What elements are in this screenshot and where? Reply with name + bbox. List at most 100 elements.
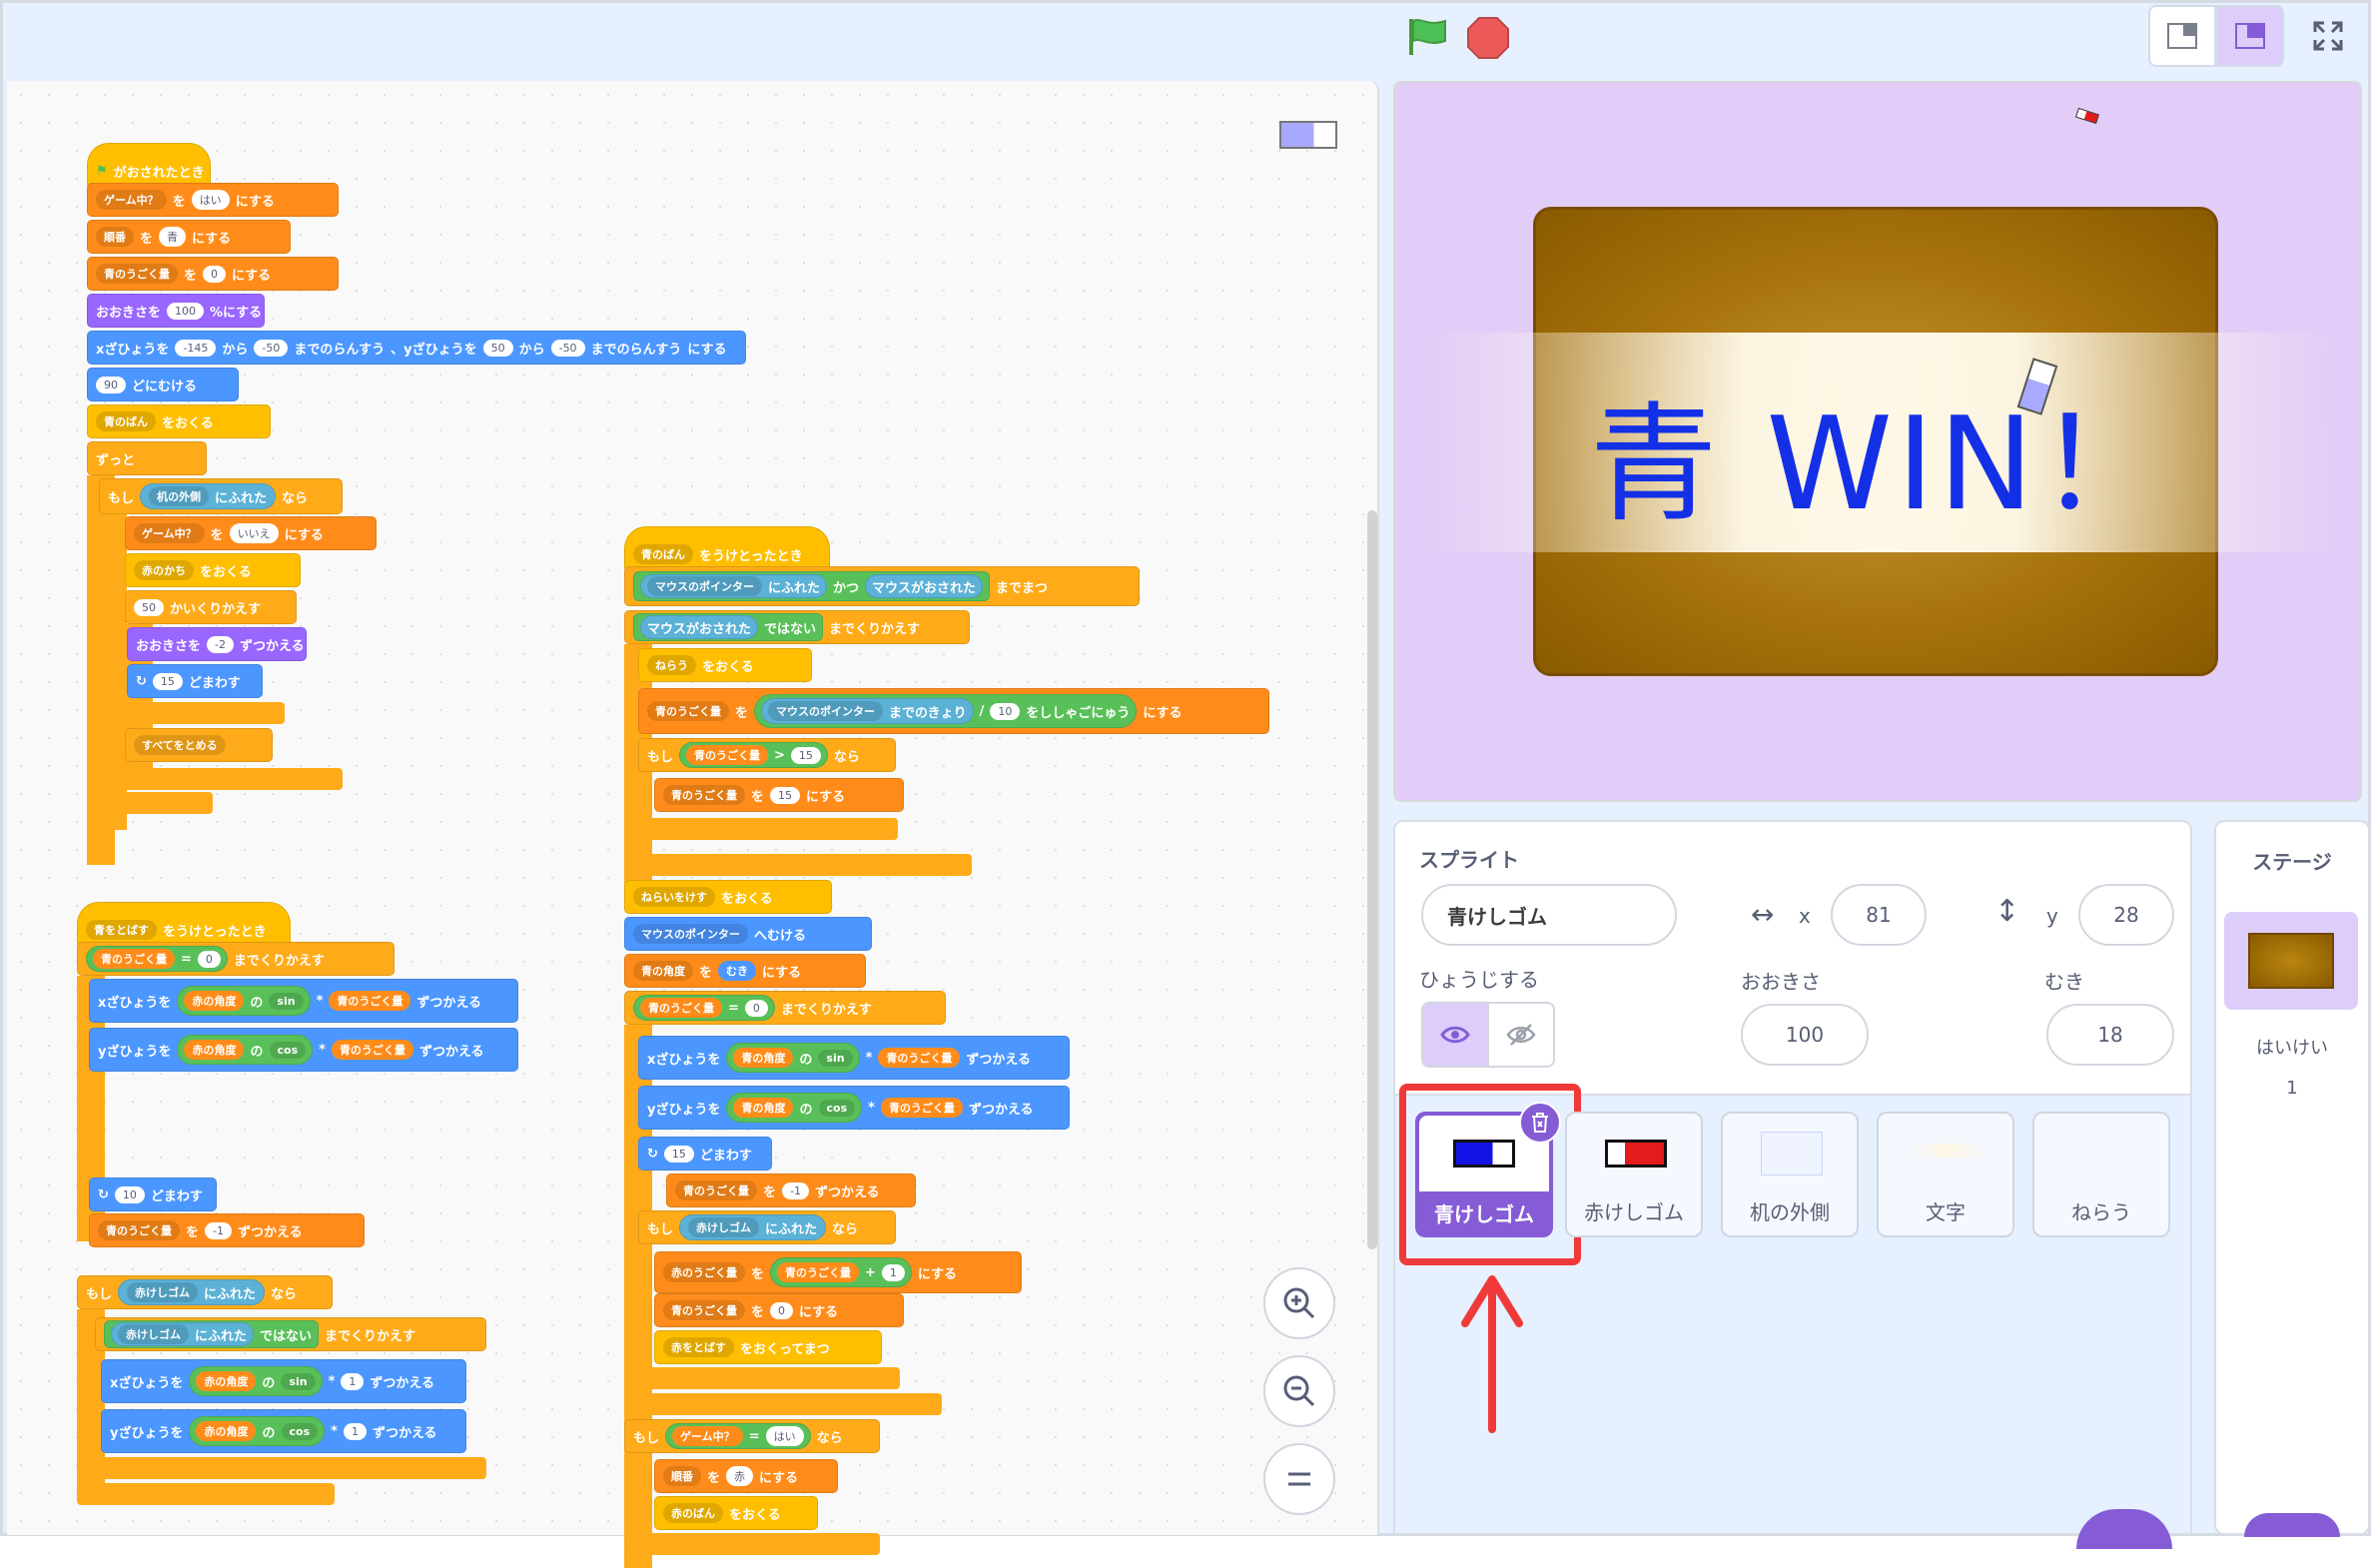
point-towards-block[interactable]: マウスのポインター へむける [624, 917, 872, 951]
size-input[interactable]: 100 [1741, 1004, 1869, 1066]
broadcast-block[interactable]: 赤のかち をおくる [125, 553, 301, 587]
message-dropdown[interactable]: 赤のばん [663, 1503, 723, 1523]
var-dropdown[interactable]: 赤のうごく量 [663, 1262, 745, 1282]
change-y-block[interactable]: yざひょうを 赤の角度の cos * 青のうごく量 ずつかえる [89, 1028, 518, 1072]
var-dropdown[interactable]: ゲーム中？ [96, 190, 167, 210]
and-condition[interactable]: マウスのポインター にふれた かつ マウスがおされた [633, 571, 991, 601]
value-input[interactable]: 0 [770, 1301, 794, 1319]
fn-dropdown[interactable]: sin [281, 1372, 316, 1390]
value-input[interactable]: 1 [341, 1372, 365, 1390]
change-y-block[interactable]: yざひょうを 青の角度の cos * 青のうごく量 ずつかえる [638, 1086, 1070, 1130]
stage-canvas[interactable]: 青 WIN！ [1393, 81, 2362, 802]
set-var-block[interactable]: 赤のうごく量を青のうごく量 +1 にする [654, 1251, 1022, 1293]
touching-condition[interactable]: マウスのポインター にふれた [640, 574, 828, 598]
fn-dropdown[interactable]: cos [281, 1422, 319, 1440]
var-reporter[interactable]: 青のうごく量 [640, 998, 722, 1018]
message-dropdown[interactable]: 赤をとばす [663, 1337, 734, 1357]
broadcast-block[interactable]: 青のばん をおくる [87, 404, 271, 438]
not-condition[interactable]: マウスがおされた ではない [633, 613, 824, 641]
show-hidden-button[interactable] [1487, 1002, 1555, 1068]
trig-reporter[interactable]: 赤の角度の sin [177, 986, 311, 1016]
mouse-down-condition[interactable]: マウスがおされた [865, 574, 984, 598]
repeat-until-block[interactable]: マウスがおされた ではない までくりかえす [624, 610, 970, 644]
mouse-down-condition[interactable]: マウスがおされた [640, 615, 759, 639]
equals-condition[interactable]: ゲーム中？ = はい [665, 1423, 811, 1449]
round-reporter[interactable]: マウスのポインター までのきょり / 10 をししゃごにゅう [754, 694, 1138, 728]
fullscreen-button[interactable] [2294, 5, 2362, 67]
set-var-block[interactable]: 青のうごく量を 15 にする [654, 778, 904, 812]
change-x-block[interactable]: xざひょうを 赤の角度の sin * 青のうごく量 ずつかえる [89, 979, 518, 1023]
var-dropdown[interactable]: 青のうごく量 [675, 1180, 757, 1200]
value-input[interactable]: 100 [167, 302, 205, 320]
value-input[interactable]: はい [765, 1426, 804, 1446]
set-var-block[interactable]: 青のうごく量を 0 にする [654, 1293, 904, 1327]
code-area[interactable]: ⚑ がおされたとき ゲーム中？をはい にする 順番を青にする 青のうごく量を 0 にする… [7, 81, 1379, 1568]
red-eraser-sprite[interactable] [2074, 107, 2100, 125]
value-input[interactable]: 15 [790, 746, 821, 764]
message-dropdown[interactable]: 青のばん [96, 411, 156, 431]
value-input[interactable]: 15 [152, 672, 183, 690]
trig-reporter[interactable]: 青の角度の cos [726, 1093, 863, 1123]
var-reporter[interactable]: 青の角度 [733, 1048, 794, 1068]
zoom-in-button[interactable] [1263, 1267, 1335, 1339]
repeat-until-block[interactable]: 青のうごく量 = 0 までくりかえす [77, 942, 395, 976]
var-reporter[interactable]: 青のうごく量 [880, 1098, 963, 1118]
stage-selector-panel[interactable]: ステージ はいけい 1 [2214, 820, 2370, 1537]
value-input[interactable]: 青 [159, 227, 187, 247]
value-input[interactable]: はい [191, 190, 230, 210]
var-reporter[interactable]: 青のうごく量 [93, 949, 175, 969]
object-dropdown[interactable]: 赤けしゴム [688, 1217, 760, 1237]
zoom-out-button[interactable] [1263, 1355, 1335, 1427]
value-input[interactable]: 0 [203, 265, 227, 283]
value-input[interactable]: -145 [175, 339, 217, 357]
value-input[interactable]: -50 [254, 339, 289, 357]
if-block[interactable]: もし 赤けしゴム にふれた なら [77, 1275, 333, 1309]
change-x-block[interactable]: xざひょうを 赤の角度の sin * 1 ずつかえる [101, 1359, 466, 1403]
backdrop-thumbnail[interactable] [2224, 912, 2358, 1010]
message-dropdown[interactable]: ねらいをけす [633, 887, 715, 907]
var-dropdown[interactable]: 青のうごく量 [96, 264, 178, 284]
set-var-block[interactable]: 青の角度をむき にする [624, 954, 866, 988]
change-y-block[interactable]: yざひょうを 赤の角度の cos * 1 ずつかえる [101, 1409, 466, 1453]
if-block[interactable]: もし 机の外側 にふれた なら [99, 478, 343, 514]
var-reporter[interactable]: 赤の角度 [196, 1421, 257, 1441]
value-input[interactable]: 50 [482, 339, 513, 357]
message-dropdown[interactable]: 青のばん [633, 544, 693, 564]
value-input[interactable]: 1 [881, 1263, 905, 1281]
value-input[interactable]: 15 [770, 786, 801, 804]
object-dropdown[interactable]: マウスのポインター [768, 701, 884, 721]
var-dropdown[interactable]: 青のうごく量 [663, 785, 745, 805]
vertical-scrollbar[interactable] [1367, 510, 1377, 1249]
var-dropdown[interactable]: 順番 [96, 227, 134, 247]
if-block[interactable]: もし 赤けしゴム にふれた なら [638, 1210, 896, 1244]
var-reporter[interactable]: 青のうごく量 [329, 991, 411, 1011]
sprite-name-input[interactable]: 青けしゴム [1421, 884, 1677, 946]
show-visible-button[interactable] [1421, 1002, 1489, 1068]
value-input[interactable]: 10 [114, 1185, 145, 1203]
broadcast-block[interactable]: ねらいをけす をおくる [624, 880, 832, 914]
point-direction-block[interactable]: 90 どにむける [87, 368, 239, 401]
set-var-block[interactable]: ゲーム中？ をはい にする [87, 183, 339, 217]
stop-icon[interactable] [1467, 17, 1509, 59]
sprite-tile[interactable]: 赤けしゴム [1565, 1112, 1703, 1237]
object-dropdown[interactable]: 赤けしゴム [127, 1282, 199, 1302]
set-var-block[interactable]: 順番を青にする [87, 220, 291, 254]
fn-dropdown[interactable]: sin [818, 1049, 853, 1067]
var-reporter[interactable]: 青のうごく量 [686, 745, 769, 765]
set-var-block[interactable]: 青のうごく量をマウスのポインター までのきょり/10 をししゃごにゅう にする [638, 688, 1269, 734]
sprite-tile[interactable]: 机の外側 [1721, 1112, 1859, 1237]
value-input[interactable]: 1 [343, 1422, 367, 1440]
green-flag-icon[interactable] [1405, 17, 1449, 57]
trig-reporter[interactable]: 赤の角度の cos [189, 1416, 326, 1446]
var-dropdown[interactable]: 順番 [663, 1466, 701, 1486]
var-reporter[interactable]: 青のうごく量 [331, 1040, 413, 1060]
fn-dropdown[interactable]: sin [269, 992, 304, 1010]
sprite-tile[interactable]: 文字 [1877, 1112, 2014, 1237]
trig-reporter[interactable]: 赤の角度の cos [177, 1035, 314, 1065]
trig-reporter[interactable]: 赤の角度の sin [189, 1366, 323, 1396]
value-input[interactable]: -2 [207, 635, 234, 653]
equals-condition[interactable]: 青のうごく量 = 0 [86, 946, 228, 972]
zoom-reset-button[interactable] [1263, 1443, 1335, 1515]
change-var-block[interactable]: 青のうごく量を -1 ずつかえる [89, 1213, 365, 1247]
change-x-block[interactable]: xざひょうを 青の角度の sin * 青のうごく量 ずつかえる [638, 1036, 1070, 1080]
